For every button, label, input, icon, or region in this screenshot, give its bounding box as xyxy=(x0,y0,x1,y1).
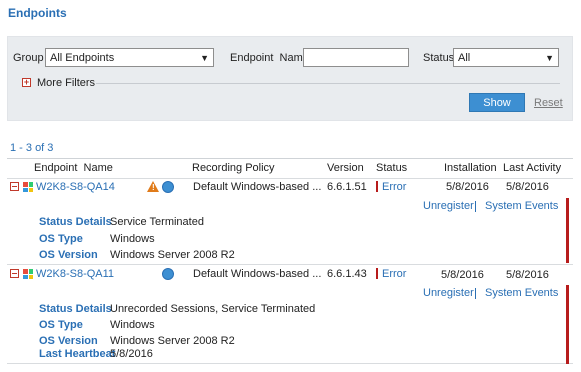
error-marker xyxy=(566,198,569,263)
globe-icon xyxy=(162,181,174,193)
status-select[interactable]: All ▼ xyxy=(453,48,559,67)
version: 6.6.1.51 xyxy=(327,181,367,193)
status-error: Error xyxy=(382,181,407,193)
more-filters-link[interactable]: More Filters xyxy=(37,77,95,89)
reset-link[interactable]: Reset xyxy=(534,97,563,109)
status-indicator xyxy=(376,181,378,192)
detail-value: Windows xyxy=(110,233,155,245)
unregister-link[interactable]: Unregister xyxy=(423,200,474,212)
show-button[interactable]: Show xyxy=(469,93,525,112)
status-select-value: All xyxy=(458,51,471,64)
detail-value: Service Terminated xyxy=(110,216,204,228)
column-header-endpoint-name[interactable]: Endpoint Name xyxy=(34,162,113,174)
status-indicator xyxy=(376,268,378,279)
detail-label: Last Heartbeat xyxy=(39,348,116,360)
detail-value: Windows xyxy=(110,319,155,331)
detail-label: OS Version xyxy=(39,335,98,347)
column-header-recording-policy[interactable]: Recording Policy xyxy=(192,162,275,174)
column-header-last-activity[interactable]: Last Activity xyxy=(503,162,561,174)
header-divider xyxy=(7,158,573,159)
endpoint-name-link[interactable]: W2K8-S8-QA14 xyxy=(36,181,115,193)
group-select-value: All Endpoints xyxy=(50,51,115,64)
collapse-minus-icon[interactable] xyxy=(10,182,19,191)
dropdown-arrow-icon: ▼ xyxy=(545,52,554,63)
detail-value: 5/8/2016 xyxy=(110,348,153,360)
windows-icon xyxy=(23,269,33,279)
detail-label: OS Version xyxy=(39,249,98,261)
link-separator xyxy=(475,201,476,212)
detail-label: Status Details xyxy=(39,216,112,228)
detail-label: OS Type xyxy=(39,233,83,245)
detail-label: OS Type xyxy=(39,319,83,331)
dropdown-arrow-icon: ▼ xyxy=(200,52,209,63)
windows-icon xyxy=(23,182,33,192)
version: 6.6.1.43 xyxy=(327,268,367,280)
installation-date: 5/8/2016 xyxy=(446,181,489,193)
column-header-version[interactable]: Version xyxy=(327,162,364,174)
status-label: Status xyxy=(423,52,455,64)
error-marker xyxy=(566,285,569,364)
endpoint-name-input[interactable] xyxy=(303,48,409,67)
collapse-minus-icon[interactable] xyxy=(10,269,19,278)
group-label: Group xyxy=(13,52,44,64)
link-separator xyxy=(475,288,476,299)
expand-plus-icon[interactable]: + xyxy=(22,78,31,87)
endpoint-name-label: Endpoint Name xyxy=(230,52,309,64)
column-header-installation[interactable]: Installation xyxy=(444,162,497,174)
page-title: Endpoints xyxy=(8,6,67,20)
detail-value: Unrecorded Sessions, Service Terminated xyxy=(110,303,316,315)
recording-policy: Default Windows-based ... xyxy=(193,268,322,280)
status-error: Error xyxy=(382,268,407,280)
detail-value: Windows Server 2008 R2 xyxy=(110,249,235,261)
detail-value: Windows Server 2008 R2 xyxy=(110,335,235,347)
last-activity-date: 5/8/2016 xyxy=(506,181,549,193)
group-select[interactable]: All Endpoints ▼ xyxy=(45,48,214,67)
system-events-link[interactable]: System Events xyxy=(485,200,558,212)
system-events-link[interactable]: System Events xyxy=(485,287,558,299)
installation-date: 5/8/2016 xyxy=(441,269,484,281)
globe-icon xyxy=(162,268,174,280)
endpoint-name-link[interactable]: W2K8-S8-QA11 xyxy=(36,268,114,280)
warning-icon: ! xyxy=(147,181,159,192)
last-activity-date: 5/8/2016 xyxy=(506,269,549,281)
filter-divider xyxy=(96,83,560,84)
unregister-link[interactable]: Unregister xyxy=(423,287,474,299)
results-count: 1 - 3 of 3 xyxy=(10,142,54,154)
recording-policy: Default Windows-based ... xyxy=(193,181,322,193)
column-header-status[interactable]: Status xyxy=(376,162,407,174)
detail-label: Status Details xyxy=(39,303,112,315)
